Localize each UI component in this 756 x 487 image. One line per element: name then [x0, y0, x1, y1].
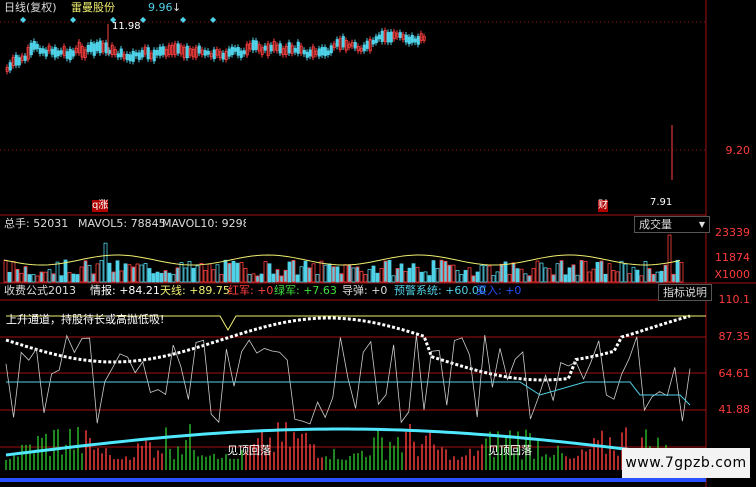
- indicator-name[interactable]: 收费公式2013: [4, 284, 76, 298]
- indicator-axis-3: 64.61: [718, 367, 751, 380]
- indicator-lines: [0, 314, 706, 482]
- mavol5-label: MAVOL5: 78845: [78, 217, 166, 230]
- mairu-value: 买入: +0: [476, 284, 522, 297]
- down-arrow-icon: ↓: [172, 1, 182, 14]
- indicator-axis-4: 41.88: [718, 403, 751, 416]
- daodan-value: 导弹: +0: [342, 284, 388, 297]
- low-price-label: 7.91: [650, 197, 673, 208]
- marker-finance: 财: [598, 200, 608, 212]
- annotation-top-2: 见顶回落: [488, 444, 532, 457]
- lvjun-value: 绿军: +7.63: [274, 284, 337, 297]
- svg-text:◆: ◆: [140, 15, 147, 24]
- high-price-label: 11.98: [112, 21, 141, 32]
- top-value: 9.96: [148, 1, 173, 14]
- volume-button[interactable]: 成交量 ▼: [634, 216, 710, 233]
- chart-canvas: ◆ ◆ ◆ ◆ ◆ ◆: [0, 0, 756, 487]
- indicator-help-button[interactable]: 指标说明: [658, 284, 712, 301]
- svg-text:◆: ◆: [180, 15, 187, 24]
- volume-axis-unit: X1000: [714, 268, 750, 281]
- indicator-axis-1: 110.1: [718, 293, 751, 306]
- svg-text:◆: ◆: [210, 15, 217, 24]
- mavol10-label: MAVOL10: 92988: [162, 217, 246, 230]
- watermark: www.7gpzb.com: [622, 448, 750, 478]
- price-candles: [5, 24, 673, 180]
- indicator-tip: 上升通道，持股待长或高抛低吸!: [6, 313, 165, 326]
- grid-lines: ◆ ◆ ◆ ◆ ◆ ◆: [0, 0, 756, 487]
- qingbao-value: 情报: +84.21: [90, 284, 160, 297]
- yujing-value: 预警系统: +60.00: [394, 284, 486, 297]
- period-label[interactable]: 日线(复权): [4, 1, 57, 15]
- marker-rise: q涨: [92, 200, 109, 212]
- indicator-axis-2: 87.35: [718, 330, 751, 343]
- chevron-down-icon: ▼: [698, 220, 705, 229]
- stock-name: 雷曼股份: [71, 1, 115, 14]
- volume-axis-top: 23339: [715, 226, 750, 239]
- svg-text:◆: ◆: [70, 15, 77, 24]
- volume-total-label: 总手: 52031: [4, 217, 69, 230]
- volume-axis-mid: 11874: [715, 251, 750, 264]
- annotation-top-1: 见顶回落: [227, 444, 271, 457]
- hongjun-value: 红军: +0: [228, 284, 274, 297]
- tianxian-value: 天线: +89.75: [160, 284, 230, 297]
- price-axis-label: 9.20: [725, 144, 751, 157]
- volume-bars: [3, 234, 684, 283]
- svg-text:◆: ◆: [20, 15, 27, 24]
- volume-button-label: 成交量: [639, 218, 672, 231]
